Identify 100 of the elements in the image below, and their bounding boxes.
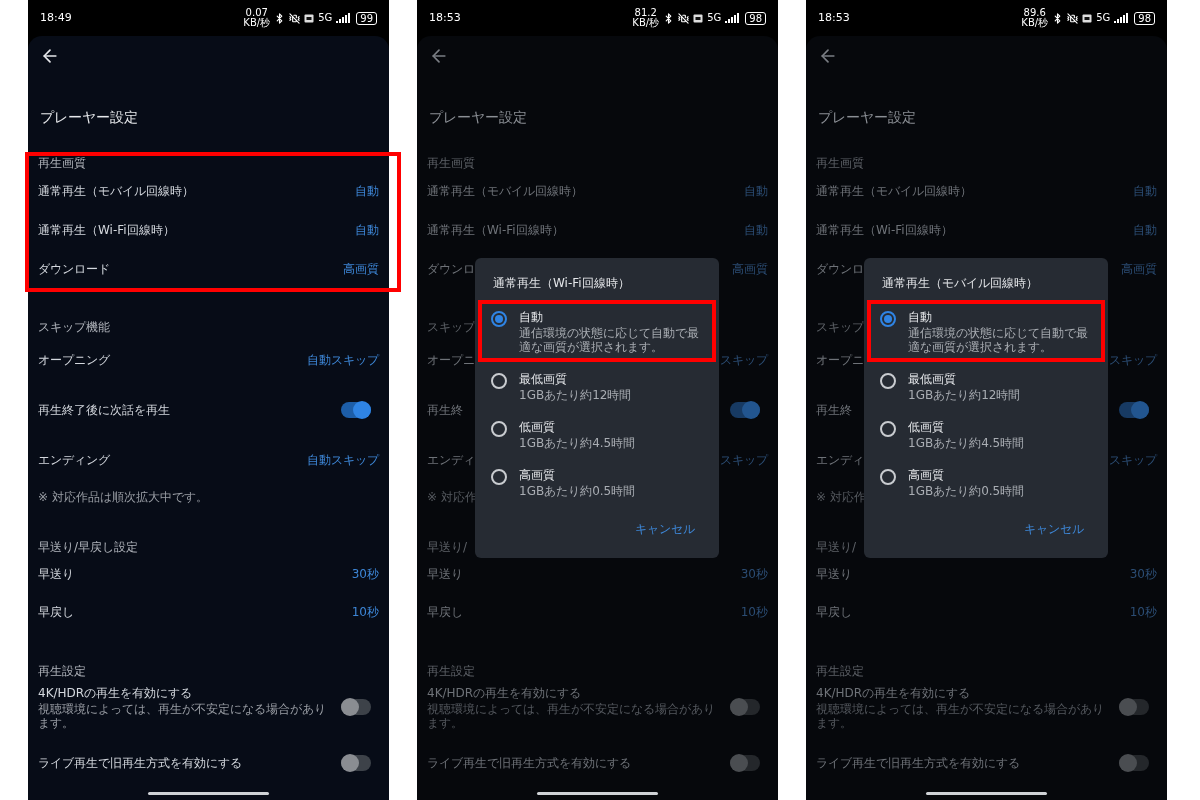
setting-value[interactable]: 自動 (744, 220, 768, 239)
setting-value[interactable]: 高画質 (1121, 259, 1157, 278)
setting-label: ライブ再生で旧再生方式を有効にする (816, 755, 1021, 772)
network-type: 5G (1096, 13, 1111, 23)
battery-indicator: 98 (745, 11, 766, 25)
setting-value[interactable]: 自動スキップ (307, 451, 379, 469)
option-label: 最低画質 (908, 371, 957, 388)
setting-label: エンディング (38, 452, 110, 469)
option-description: 1GBあたり約4.5時間 (519, 436, 636, 450)
setting-label: 早送り (38, 566, 74, 583)
setting-description: 視聴環境によっては、再生が不安定になる場合があります。 (38, 702, 327, 730)
radio-button[interactable] (880, 469, 896, 485)
radio-button[interactable] (491, 469, 507, 485)
radio-button[interactable] (491, 311, 507, 327)
option-description: 通信環境の状態に応じて自動で最適な画質が選択されます。 (908, 326, 1089, 354)
option-description: 1GBあたり約12時間 (519, 388, 632, 402)
section-heading: 早送り/早戻し設定 (38, 539, 139, 556)
toggle-switch[interactable] (1119, 755, 1149, 771)
radio-button[interactable] (491, 421, 507, 437)
section-heading: スキップ機能 (38, 319, 110, 336)
battery-indicator: 99 (356, 11, 377, 25)
page-title: プレーヤー設定 (429, 107, 527, 127)
option-label: 高画質 (519, 467, 556, 484)
setting-value[interactable]: 10秒 (351, 603, 379, 621)
toggle-switch[interactable] (1119, 402, 1149, 418)
setting-label: 通常再生（Wi-Fi回線時） (427, 221, 564, 239)
setting-value[interactable]: スキップ (720, 351, 768, 369)
option-label: 自動 (519, 309, 544, 326)
setting-label: ライブ再生で旧再生方式を有効にする (427, 755, 632, 772)
section-heading: 再生設定 (816, 663, 864, 680)
option-label: 高画質 (908, 467, 945, 484)
cancel-button[interactable]: キャンセル (635, 520, 695, 538)
setting-value[interactable]: スキップ (1109, 351, 1157, 369)
setting-description: 視聴環境によっては、再生が不安定になる場合があります。 (816, 702, 1105, 730)
toggle-switch[interactable] (730, 402, 760, 418)
network-type: 5G (707, 13, 722, 23)
setting-value[interactable]: スキップ (1109, 451, 1157, 469)
radio-button[interactable] (880, 373, 896, 389)
network-type: 5G (318, 13, 333, 23)
setting-label: 4K/HDRの再生を有効にする (427, 685, 583, 702)
option-label: 低画質 (519, 419, 556, 436)
setting-label: 4K/HDRの再生を有効にする (816, 685, 972, 702)
setting-label: オープニ (427, 352, 475, 369)
setting-label: 再生終了後に次話を再生 (38, 402, 171, 419)
setting-value[interactable]: 10秒 (1129, 603, 1157, 621)
setting-value[interactable]: 30秒 (1129, 565, 1157, 583)
setting-value[interactable]: 高画質 (343, 259, 379, 278)
setting-label: 4K/HDRの再生を有効にする (38, 685, 194, 702)
page-title: プレーヤー設定 (818, 107, 916, 127)
option-label: 最低画質 (519, 371, 568, 388)
setting-label: ライブ再生で旧再生方式を有効にする (38, 755, 243, 772)
option-description: 1GBあたり約12時間 (908, 388, 1021, 402)
section-heading: 再生設定 (427, 663, 475, 680)
setting-value[interactable]: 自動スキップ (307, 351, 379, 369)
setting-label: 通常再生（モバイル回線時） (427, 182, 583, 200)
setting-value[interactable]: 30秒 (351, 565, 379, 583)
page-title: プレーヤー設定 (40, 107, 138, 127)
toggle-switch[interactable] (1119, 699, 1149, 715)
setting-label: 早戻し (427, 604, 463, 621)
battery-indicator: 98 (1134, 11, 1155, 25)
radio-button[interactable] (491, 373, 507, 389)
section-heading: スキップ (427, 319, 475, 336)
setting-value[interactable]: 自動 (1133, 220, 1157, 239)
setting-label: ダウンロード (38, 260, 110, 278)
setting-label: 早送り (816, 566, 852, 583)
option-label: 低画質 (908, 419, 945, 436)
option-description: 1GBあたり約0.5時間 (519, 484, 636, 498)
toggle-switch[interactable] (341, 402, 371, 418)
clock: 18:53 (818, 9, 850, 26)
setting-label: 再生終 (427, 402, 464, 419)
toggle-switch[interactable] (341, 699, 371, 715)
setting-value[interactable]: スキップ (720, 451, 768, 469)
setting-label: オープニ (816, 352, 864, 369)
setting-label: 早送り (427, 566, 463, 583)
cancel-button[interactable]: キャンセル (1024, 520, 1084, 538)
setting-label: ダウンロ (427, 260, 475, 278)
setting-value[interactable]: 10秒 (740, 603, 768, 621)
setting-value[interactable]: 自動 (355, 181, 379, 200)
section-heading: 再生画質 (816, 155, 864, 172)
clock: 18:49 (40, 9, 72, 26)
setting-value[interactable]: 高画質 (732, 259, 768, 278)
toggle-switch[interactable] (341, 755, 371, 771)
radio-button[interactable] (880, 421, 896, 437)
setting-label: オープニング (38, 352, 110, 369)
setting-value[interactable]: 自動 (744, 181, 768, 200)
toggle-switch[interactable] (730, 699, 760, 715)
option-description: 1GBあたり約0.5時間 (908, 484, 1025, 498)
note-text: ※ 対応作 (816, 489, 866, 506)
setting-description: 視聴環境によっては、再生が不安定になる場合があります。 (427, 702, 716, 730)
radio-button[interactable] (880, 311, 896, 327)
setting-value[interactable]: 30秒 (740, 565, 768, 583)
setting-value[interactable]: 自動 (355, 220, 379, 239)
section-heading: 再生画質 (38, 155, 86, 172)
dialog-title: 通常再生（モバイル回線時） (881, 275, 1039, 292)
section-heading: 再生画質 (427, 155, 475, 172)
option-label: 自動 (908, 309, 933, 326)
setting-value[interactable]: 自動 (1133, 181, 1157, 200)
setting-label: 通常再生（モバイル回線時） (38, 182, 194, 200)
toggle-switch[interactable] (730, 755, 760, 771)
setting-label: 早戻し (816, 604, 852, 621)
